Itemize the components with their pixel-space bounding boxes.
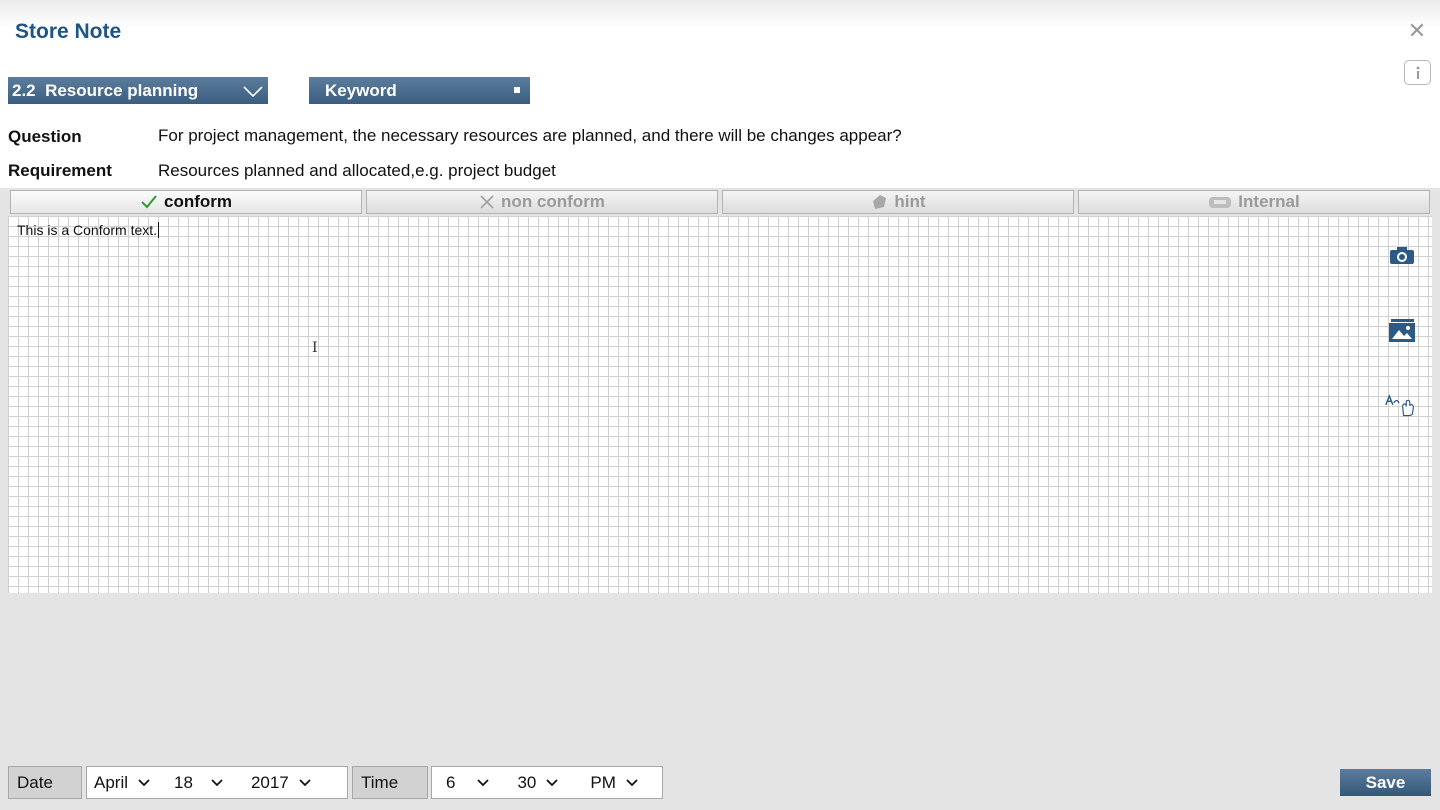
checkmark-icon xyxy=(140,194,158,210)
tab-hint[interactable]: hint xyxy=(722,190,1074,214)
hint-icon xyxy=(870,193,888,211)
tab-hint-label: hint xyxy=(894,192,926,211)
dialog-title: Store Note xyxy=(15,20,122,43)
day-value: 18 xyxy=(174,772,193,792)
chevron-down-icon xyxy=(626,778,638,787)
minute-value: 30 xyxy=(517,772,537,792)
month-value: April xyxy=(94,772,129,792)
close-icon[interactable]: ✕ xyxy=(1406,20,1428,42)
day-select[interactable]: 18 xyxy=(174,767,223,798)
section-dropdown[interactable]: 2.2 Resource planning xyxy=(8,77,268,104)
tab-non-conform[interactable]: non conform xyxy=(366,190,718,214)
keyword-dropdown-label: Keyword xyxy=(325,80,397,100)
handwriting-icon[interactable] xyxy=(1384,388,1416,420)
camera-icon[interactable] xyxy=(1386,240,1418,272)
text-cursor-icon: I xyxy=(312,340,318,356)
month-select[interactable]: April xyxy=(94,767,150,798)
dot-icon xyxy=(514,87,520,93)
question-label: Question xyxy=(8,127,82,146)
tab-internal[interactable]: Internal xyxy=(1078,190,1430,214)
year-value: 2017 xyxy=(250,772,289,792)
tab-non-conform-label: non conform xyxy=(501,192,605,211)
chevron-down-icon xyxy=(243,86,263,98)
date-picker[interactable]: April 18 2017 xyxy=(86,766,348,799)
minute-select[interactable]: 30 xyxy=(517,767,559,798)
tab-internal-label: Internal xyxy=(1238,192,1300,211)
chevron-down-icon xyxy=(546,778,559,787)
year-select[interactable]: 2017 xyxy=(251,767,311,798)
chevron-down-icon xyxy=(138,778,150,787)
requirement-text: Resources planned and allocated,e.g. pro… xyxy=(158,161,556,180)
hour-select[interactable]: 6 xyxy=(446,767,490,798)
note-editor[interactable]: This is a Conform text. I xyxy=(8,216,1432,593)
info-icon xyxy=(1416,66,1419,79)
tab-conform-label: conform xyxy=(164,192,232,211)
info-button[interactable] xyxy=(1404,60,1431,85)
image-gallery-icon[interactable] xyxy=(1386,314,1418,346)
requirement-label: Requirement xyxy=(8,161,112,180)
ampm-select[interactable]: PM xyxy=(590,767,638,798)
keyword-dropdown[interactable]: Keyword xyxy=(309,77,530,104)
internal-icon xyxy=(1208,194,1232,210)
hour-value: 6 xyxy=(446,772,456,792)
question-text: For project management, the necessary re… xyxy=(158,126,902,145)
ampm-value: PM xyxy=(590,772,616,792)
chevron-down-icon xyxy=(211,778,223,787)
date-label: Date xyxy=(8,766,82,799)
time-label: Time xyxy=(352,766,428,799)
save-button[interactable]: Save xyxy=(1340,769,1431,796)
chevron-down-icon xyxy=(299,778,311,787)
section-dropdown-label: 2.2 Resource planning xyxy=(12,80,199,100)
time-picker[interactable]: 6 30 PM xyxy=(431,766,663,799)
cross-icon xyxy=(479,194,495,210)
tab-conform[interactable]: conform xyxy=(10,190,362,214)
chevron-down-icon xyxy=(477,778,490,787)
editor-text: This is a Conform text. xyxy=(17,222,160,238)
